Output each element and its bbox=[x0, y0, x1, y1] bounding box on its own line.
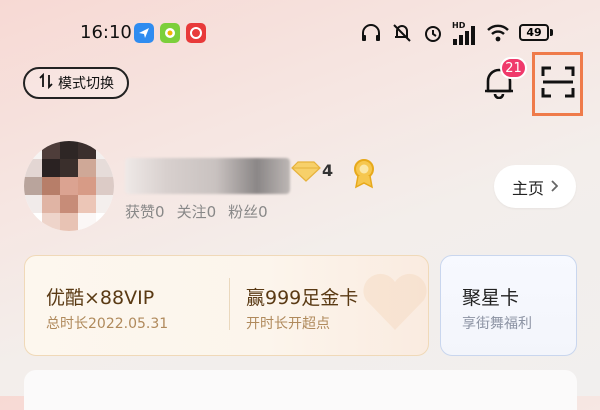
fans-stat[interactable]: 粉丝0 bbox=[228, 201, 268, 222]
heart-decoration-icon bbox=[360, 268, 430, 342]
level-number: 4 bbox=[322, 161, 334, 180]
scan-icon bbox=[541, 66, 575, 102]
mode-switch-button[interactable]: 模式切换 bbox=[23, 67, 129, 99]
medal-icon bbox=[352, 157, 376, 193]
chevron-right-icon bbox=[550, 177, 559, 196]
mute-icon bbox=[391, 22, 413, 48]
following-stat[interactable]: 关注0 bbox=[177, 201, 217, 222]
green-app-icon bbox=[160, 23, 180, 43]
vip-left-title[interactable]: 优酷×88VIP bbox=[46, 283, 154, 310]
vip-right-subtitle: 开时长开超点 bbox=[246, 316, 330, 332]
profile-stats: 获赞0 关注0 粉丝0 bbox=[125, 201, 268, 222]
music-app-icon bbox=[186, 23, 206, 43]
content-card bbox=[24, 370, 577, 410]
likes-value: 0 bbox=[155, 203, 165, 221]
battery-icon: 49 bbox=[519, 24, 549, 41]
switch-arrows-icon bbox=[38, 72, 54, 93]
following-value: 0 bbox=[206, 203, 217, 221]
wifi-icon bbox=[486, 22, 510, 48]
fans-value: 0 bbox=[258, 203, 268, 221]
mode-switch-label: 模式切换 bbox=[58, 76, 114, 92]
likes-label: 获赞 bbox=[125, 203, 156, 221]
home-button-label: 主页 bbox=[511, 178, 544, 198]
star-card-title[interactable]: 聚星卡 bbox=[462, 283, 519, 310]
scan-button[interactable] bbox=[532, 52, 583, 116]
vip-right-title[interactable]: 赢999足金卡 bbox=[246, 283, 358, 310]
status-time: 16:10 bbox=[80, 22, 132, 43]
home-button[interactable]: 主页 bbox=[494, 165, 576, 208]
likes-stat[interactable]: 获赞0 bbox=[125, 201, 165, 222]
notification-badge: 21 bbox=[500, 57, 527, 79]
vip-left-subtitle: 总时长2022.05.31 bbox=[46, 316, 169, 332]
headset-icon bbox=[360, 22, 382, 48]
following-label: 关注 bbox=[176, 203, 207, 221]
battery-level: 49 bbox=[526, 26, 542, 39]
fans-label: 粉丝 bbox=[228, 203, 259, 221]
alarm-icon bbox=[422, 22, 444, 48]
vip-divider bbox=[229, 278, 230, 330]
signal-icon bbox=[452, 25, 478, 49]
share-app-icon bbox=[134, 23, 154, 43]
diamond-icon bbox=[291, 160, 321, 186]
avatar[interactable] bbox=[24, 141, 114, 231]
star-card-subtitle: 享街舞福利 bbox=[462, 316, 532, 332]
battery-tip bbox=[550, 29, 553, 36]
username-blurred bbox=[125, 158, 290, 194]
